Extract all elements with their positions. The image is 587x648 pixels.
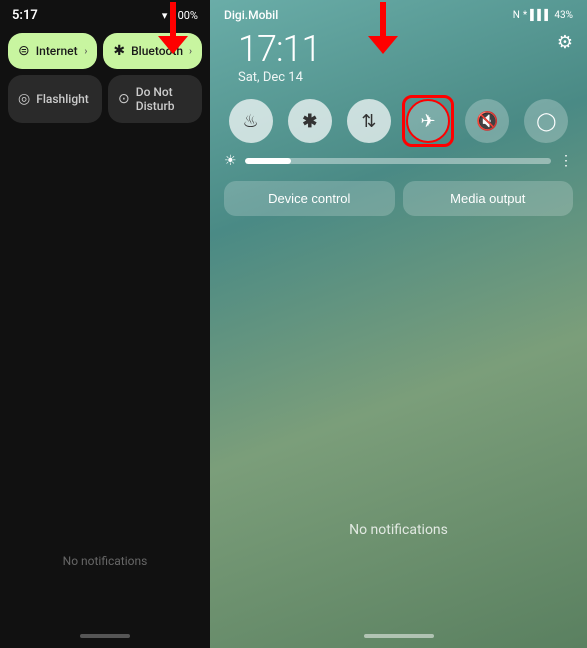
brightness-bar[interactable] — [245, 158, 551, 164]
airplane-icon: ✈ — [421, 111, 436, 132]
wifi-quick-icon: ♨ — [243, 111, 259, 132]
device-control-button[interactable]: Device control — [224, 181, 395, 216]
left-time: 5:17 — [12, 8, 38, 23]
carrier-name: Digi.Mobil — [224, 8, 278, 22]
home-bar-right — [364, 634, 434, 638]
minus-icon: ◯ — [536, 111, 556, 132]
flashlight-icon: ◎ — [18, 91, 30, 107]
brightness-icon: ☀ — [224, 153, 237, 169]
do-not-disturb-tile[interactable]: ⊙ Do Not Disturb — [108, 75, 202, 123]
wifi-icon: ⊜ — [18, 43, 30, 59]
airplane-wrapper: ✈ — [406, 99, 450, 143]
dnd-label: Do Not Disturb — [136, 85, 192, 113]
battery-right: 43% — [554, 10, 573, 21]
internet-tile[interactable]: ⊜ Internet › — [8, 33, 97, 69]
mute-button[interactable]: 🔇 — [465, 99, 509, 143]
quick-icons-row: ♨ ✱ ⇅ ✈ 🔇 ◯ — [210, 93, 587, 149]
internet-label: Internet — [36, 44, 78, 58]
minus-button[interactable]: ◯ — [524, 99, 568, 143]
wifi-quick-button[interactable]: ♨ — [229, 99, 273, 143]
brightness-row: ☀ ⋮ — [210, 149, 587, 173]
right-date: Sat, Dec 14 — [224, 70, 334, 93]
home-bar-left — [80, 634, 130, 638]
flashlight-label: Flashlight — [36, 92, 89, 106]
bluetooth-quick-button[interactable]: ✱ — [288, 99, 332, 143]
media-output-button[interactable]: Media output — [403, 181, 574, 216]
settings-button[interactable]: ⚙ — [557, 32, 573, 53]
flashlight-tile[interactable]: ◎ Flashlight — [8, 75, 102, 123]
tile-row-2: ◎ Flashlight ⊙ Do Not Disturb — [8, 75, 202, 123]
brightness-fill — [245, 158, 291, 164]
data-transfer-button[interactable]: ⇅ — [347, 99, 391, 143]
main-time: 17:11 — [224, 26, 334, 70]
right-panel: Digi.Mobil N * ▌▌▌ 43% 17:11 Sat, Dec 14… — [210, 0, 587, 648]
no-notifications-left: No notifications — [0, 554, 210, 568]
airplane-mode-button[interactable]: ✈ — [406, 99, 450, 143]
bluetooth-status-icon: * — [523, 10, 527, 21]
mute-icon: 🔇 — [476, 111, 498, 132]
signal-bars-icon: ▌▌▌ — [530, 10, 551, 21]
right-status-icons: N * ▌▌▌ 43% — [513, 10, 573, 21]
bluetooth-quick-icon: ✱ — [302, 111, 317, 132]
left-panel: 5:17 ▾ 100% ⊜ Internet › ✱ Bluetooth › ◎… — [0, 0, 210, 648]
chevron-right-icon: › — [84, 46, 87, 57]
no-notifications-right: No notifications — [210, 522, 587, 538]
more-options-icon[interactable]: ⋮ — [559, 153, 573, 169]
dnd-icon: ⊙ — [118, 91, 130, 107]
action-buttons-row: Device control Media output — [210, 173, 587, 224]
transfer-icon: ⇅ — [361, 111, 376, 132]
nfc-icon: N — [513, 10, 520, 21]
bluetooth-icon: ✱ — [113, 43, 125, 59]
